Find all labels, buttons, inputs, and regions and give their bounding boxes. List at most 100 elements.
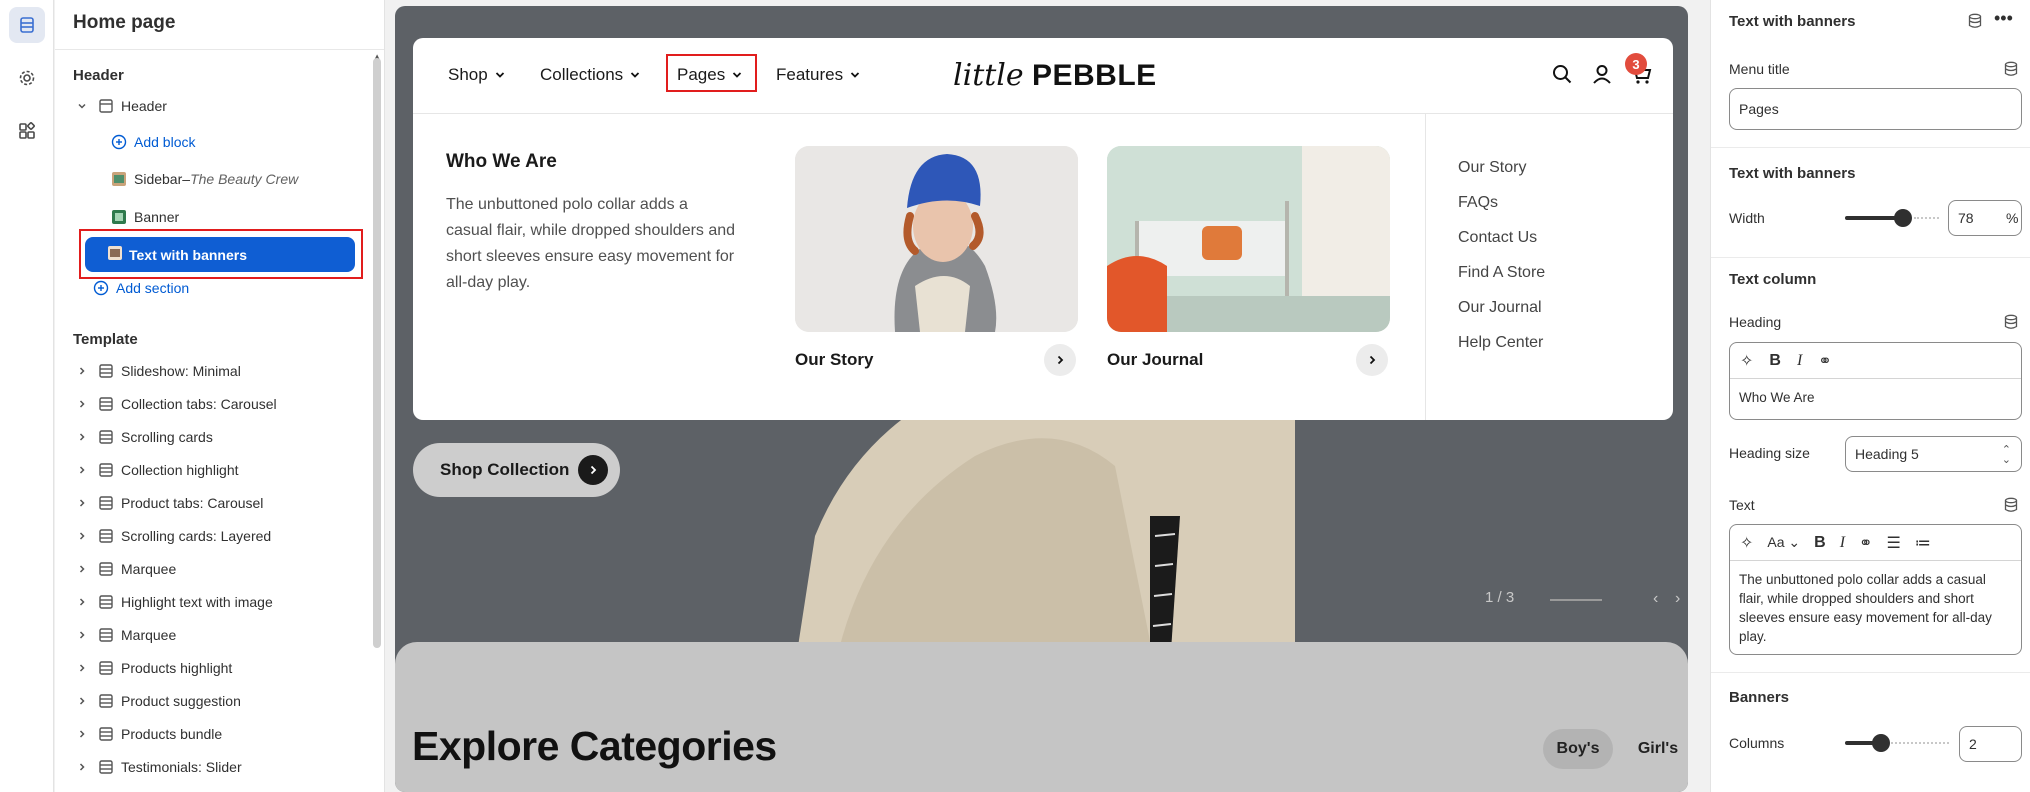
divider — [1711, 147, 2030, 148]
text-toolbar: ✧ Aa ⌄ B I ⚭ ☰ ≔ — [1730, 525, 2021, 561]
search-icon[interactable] — [1551, 63, 1573, 85]
ai-sparkle-icon[interactable]: ✧ — [1740, 351, 1753, 371]
template-section-item[interactable]: Collection tabs: Carousel — [75, 388, 384, 420]
bullet-list-icon[interactable]: ☰ — [1886, 533, 1900, 553]
template-section-item[interactable]: Testimonials: Slider — [75, 751, 384, 783]
chevron-left-icon[interactable]: ‹ — [1653, 590, 1658, 608]
template-section-label: Product tabs: Carousel — [121, 495, 264, 511]
add-section-button[interactable]: Add section — [92, 272, 384, 304]
sections-icon[interactable] — [9, 7, 45, 43]
scrollbar[interactable] — [373, 58, 381, 648]
template-section-label: Collection highlight — [121, 462, 239, 478]
arrow-right-icon[interactable] — [1044, 344, 1076, 376]
database-icon[interactable] — [2004, 497, 2018, 513]
template-section-item[interactable]: Marquee — [75, 619, 384, 651]
mega-link[interactable]: FAQs — [1458, 194, 1498, 212]
bold-icon[interactable]: B — [1769, 352, 1781, 370]
tree-item-sublabel: The Beauty Crew — [190, 171, 299, 187]
bold-icon[interactable]: B — [1814, 534, 1826, 552]
tree-item-header[interactable]: Header — [75, 90, 384, 122]
database-icon[interactable] — [2004, 61, 2018, 77]
chevron-right-icon[interactable] — [75, 463, 89, 477]
template-section-label: Slideshow: Minimal — [121, 363, 241, 379]
arrow-right-icon[interactable] — [1356, 344, 1388, 376]
section-icon — [97, 725, 115, 743]
italic-icon[interactable]: I — [1840, 534, 1845, 552]
nav-collections[interactable]: Collections — [540, 65, 641, 85]
more-options-icon[interactable]: ••• — [1994, 8, 2013, 29]
shop-button-label: Shop Collection — [440, 460, 570, 479]
columns-slider[interactable] — [1845, 725, 1949, 761]
logo-script: little — [953, 58, 1024, 93]
template-section-item[interactable]: Scrolling cards: Layered — [75, 520, 384, 552]
chevron-right-icon[interactable] — [75, 529, 89, 543]
add-block-button[interactable]: Add block — [110, 126, 384, 158]
link-icon[interactable]: ⚭ — [1818, 351, 1831, 371]
slider-thumb[interactable] — [1894, 209, 1912, 227]
template-section-item[interactable]: Slideshow: Minimal — [75, 355, 384, 387]
chevron-right-icon[interactable] — [75, 364, 89, 378]
template-section-item[interactable]: Collection highlight — [75, 454, 384, 486]
chevron-right-icon[interactable] — [75, 760, 89, 774]
heading-editor-value[interactable]: Who We Are — [1730, 379, 2021, 416]
mega-link[interactable]: Contact Us — [1458, 229, 1537, 247]
mega-link[interactable]: Our Story — [1458, 159, 1526, 177]
chevron-right-icon[interactable] — [75, 628, 89, 642]
database-icon[interactable] — [1968, 13, 1982, 29]
nav-shop[interactable]: Shop — [448, 65, 506, 85]
numbered-list-icon[interactable]: ≔ — [1915, 533, 1931, 553]
width-slider[interactable] — [1845, 200, 1939, 236]
chevron-right-icon[interactable] — [75, 562, 89, 576]
account-icon[interactable] — [1591, 63, 1613, 85]
shop-collection-button[interactable]: Shop Collection — [413, 443, 620, 497]
chevron-right-icon[interactable] — [75, 661, 89, 675]
mega-link[interactable]: Our Journal — [1458, 299, 1542, 317]
template-section-item[interactable]: Product suggestion — [75, 685, 384, 717]
template-section-item[interactable]: Products highlight — [75, 652, 384, 684]
font-size-icon[interactable]: Aa ⌄ — [1767, 534, 1800, 551]
ai-sparkle-icon[interactable]: ✧ — [1740, 533, 1753, 553]
template-section-item[interactable]: Scrolling cards — [75, 421, 384, 453]
database-icon[interactable] — [2004, 314, 2018, 330]
tree-item-sidebar[interactable]: Sidebar – The Beauty Crew — [110, 163, 384, 195]
banner-image-our-journal[interactable] — [1107, 146, 1390, 332]
chevron-right-icon[interactable]: › — [1675, 590, 1680, 608]
heading-editor[interactable]: ✧ B I ⚭ Who We Are — [1729, 342, 2022, 420]
banner-label[interactable]: Our Journal — [1107, 350, 1203, 370]
tree-item-label: Banner — [134, 209, 180, 225]
mega-link[interactable]: Help Center — [1458, 334, 1543, 352]
divider — [55, 49, 384, 50]
template-section-label: Marquee — [121, 561, 177, 577]
columns-input[interactable]: 2 — [1959, 726, 2022, 762]
template-section-item[interactable]: Product tabs: Carousel — [75, 487, 384, 519]
link-icon[interactable]: ⚭ — [1859, 533, 1872, 553]
tab-girls[interactable]: Girl's — [1623, 729, 1688, 769]
menu-title-input[interactable]: Pages — [1729, 88, 2022, 130]
text-editor-value[interactable]: The unbuttoned polo collar adds a casual… — [1730, 561, 2021, 654]
gear-icon[interactable] — [9, 60, 45, 96]
chevron-right-icon[interactable] — [75, 595, 89, 609]
heading-size-select[interactable]: Heading 5 ⌃ ⌄ — [1845, 436, 2022, 472]
banner-label[interactable]: Our Story — [795, 350, 873, 370]
template-section-item[interactable]: Highlight text with image — [75, 586, 384, 618]
tab-boys[interactable]: Boy's — [1543, 729, 1613, 769]
mega-link[interactable]: Find A Store — [1458, 264, 1545, 282]
apps-icon[interactable] — [9, 113, 45, 149]
chevron-right-icon[interactable] — [75, 727, 89, 741]
template-section-item[interactable]: Marquee — [75, 553, 384, 585]
section-icon — [97, 692, 115, 710]
template-section-label: Products highlight — [121, 660, 233, 676]
text-editor[interactable]: ✧ Aa ⌄ B I ⚭ ☰ ≔ The unbuttoned polo col… — [1729, 524, 2022, 655]
italic-icon[interactable]: I — [1797, 352, 1802, 370]
chevron-right-icon[interactable] — [75, 496, 89, 510]
template-section-item[interactable]: Products bundle — [75, 718, 384, 750]
chevron-right-icon[interactable] — [75, 430, 89, 444]
slider-thumb[interactable] — [1872, 734, 1890, 752]
banner-image-our-story[interactable] — [795, 146, 1078, 332]
chevron-down-icon[interactable] — [75, 99, 89, 113]
store-logo[interactable]: little PEBBLE — [953, 58, 1157, 93]
chevron-right-icon[interactable] — [75, 694, 89, 708]
chevron-right-icon[interactable] — [75, 397, 89, 411]
template-group-label: Template — [73, 331, 138, 348]
nav-features[interactable]: Features — [776, 65, 861, 85]
